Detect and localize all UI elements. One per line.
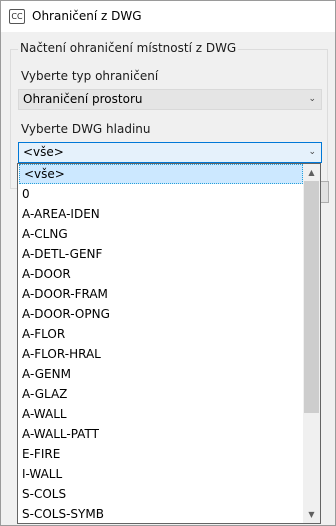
scroll-down-arrow-icon[interactable]: ▼ bbox=[303, 506, 320, 523]
window-title: Ohraničení z DWG bbox=[32, 9, 142, 23]
dwg-layer-dropdown-list[interactable]: <vše> 0 A-AREA-IDEN A-CLNG A-DETL-GENF A-DOOR… bbox=[17, 163, 321, 524]
dropdown-item[interactable]: A-DOOR bbox=[18, 264, 304, 284]
chevron-down-icon[interactable]: ⌄ bbox=[308, 143, 316, 162]
boundary-type-label: Vyberte typ ohraničení bbox=[21, 69, 159, 83]
dropdown-item[interactable]: A-WALL bbox=[18, 404, 304, 424]
dropdown-item[interactable]: S-COLS bbox=[18, 484, 304, 504]
scroll-up-arrow-icon[interactable]: ▲ bbox=[303, 164, 320, 181]
dropdown-item[interactable]: A-DOOR-FRAM bbox=[18, 284, 304, 304]
dropdown-item[interactable]: A-DETL-GENF bbox=[18, 244, 304, 264]
boundary-type-value: Ohraničení prostoru bbox=[23, 92, 143, 106]
dropdown-item[interactable]: A-CLNG bbox=[18, 224, 304, 244]
dropdown-item[interactable]: E-FIRE bbox=[18, 444, 304, 464]
dwg-layer-value: <vše> bbox=[23, 145, 64, 159]
dropdown-scrollbar[interactable]: ▲ ▼ bbox=[303, 164, 320, 523]
title-bar[interactable]: CC Ohraničení z DWG bbox=[1, 1, 335, 32]
dropdown-item[interactable]: A-AREA-IDEN bbox=[18, 204, 304, 224]
dwg-layer-label: Vyberte DWG hladinu bbox=[21, 122, 151, 136]
chevron-down-icon: ⌄ bbox=[308, 94, 316, 104]
dropdown-item[interactable]: I-WALL bbox=[18, 464, 304, 484]
dropdown-item[interactable]: 0 bbox=[18, 184, 304, 204]
dropdown-item[interactable]: A-FLOR-HRAL bbox=[18, 344, 304, 364]
dialog-window: CC Ohraničení z DWG Načtení ohraničení m… bbox=[0, 0, 336, 526]
dropdown-item[interactable]: A-GLAZ bbox=[18, 384, 304, 404]
boundary-type-combo[interactable]: Ohraničení prostoru ⌄ bbox=[18, 89, 322, 110]
app-icon: CC bbox=[9, 9, 25, 24]
dropdown-item[interactable]: S-COLS-SYMB bbox=[18, 504, 304, 523]
dropdown-item[interactable]: <vše> bbox=[19, 164, 303, 184]
dropdown-item[interactable]: A-FLOR bbox=[18, 324, 304, 344]
group-legend: Načtení ohraničení místností z DWG bbox=[18, 41, 239, 55]
dropdown-item[interactable]: A-WALL-PATT bbox=[18, 424, 304, 444]
dwg-layer-combo[interactable]: <vše> ⌄ bbox=[18, 142, 322, 163]
dropdown-item[interactable]: A-DOOR-OPNG bbox=[18, 304, 304, 324]
scroll-thumb[interactable] bbox=[304, 181, 319, 413]
dropdown-items: <vše> 0 A-AREA-IDEN A-CLNG A-DETL-GENF A-DOOR… bbox=[18, 164, 304, 523]
dropdown-item[interactable]: A-GENM bbox=[18, 364, 304, 384]
